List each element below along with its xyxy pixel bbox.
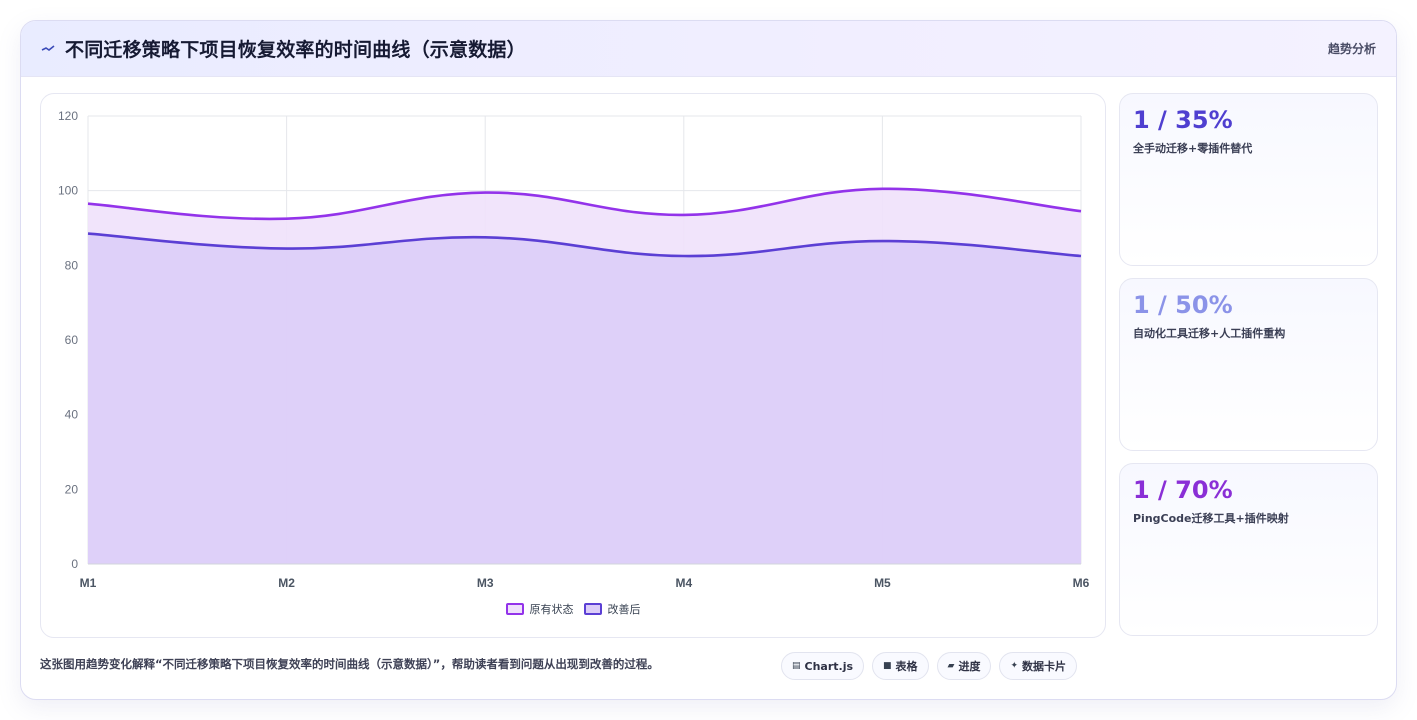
- legend-label: 改善后: [607, 603, 641, 616]
- legend-label: 原有状态: [529, 603, 574, 616]
- x-tick-label: M1: [80, 576, 97, 590]
- stat-value: 1 / 70%: [1133, 476, 1233, 504]
- y-tick-label: 60: [65, 333, 79, 347]
- chip-progress[interactable]: ▰ 进度: [936, 652, 992, 680]
- chart-description: 这张图用趋势变化解释“不同迁移策略下项目恢复效率的时间曲线（示意数据）”，帮助读…: [40, 657, 659, 671]
- y-tick-label: 80: [65, 258, 79, 272]
- chip-table[interactable]: ■ 表格: [872, 652, 929, 680]
- tech-chips: ▤ Chart.js ■ 表格 ▰ 进度 ✦ 数据卡片: [781, 652, 1078, 680]
- chart-legend: 原有状态 改善后: [41, 601, 1105, 617]
- legend-item-1[interactable]: 原有状态: [505, 601, 574, 617]
- y-tick-label: 40: [65, 408, 79, 422]
- stat-label: 全手动迁移+零插件替代: [1133, 142, 1253, 155]
- header-tag: 趋势分析: [1327, 42, 1376, 56]
- chip-label: 进度: [958, 660, 981, 673]
- progress-icon: ▰: [947, 661, 955, 671]
- table-icon: ■: [883, 661, 892, 671]
- x-tick-label: M5: [874, 576, 891, 590]
- chart-icon: ▤: [792, 661, 801, 671]
- stat-card-1: 1 / 35% 全手动迁移+零插件替代: [1119, 93, 1378, 266]
- trend-icon: [41, 42, 55, 56]
- y-tick-label: 20: [65, 482, 79, 496]
- legend-swatch: [505, 603, 524, 615]
- y-tick-label: 0: [71, 557, 78, 571]
- series-area-2: [88, 233, 1081, 564]
- card-header: 不同迁移策略下项目恢复效率的时间曲线（示意数据） 趋势分析: [21, 21, 1396, 77]
- chip-label: 表格: [895, 660, 918, 673]
- chart-panel: 0 20 40 60 80 100 120 M1 M2 M3 M4 M5 M6 原有状态 改善后: [40, 93, 1106, 638]
- sparkle-icon: ✦: [1010, 661, 1019, 671]
- area-chart: 0 20 40 60 80 100 120 M1 M2 M3 M4 M5 M6: [58, 109, 1090, 590]
- chip-data-card[interactable]: ✦ 数据卡片: [999, 652, 1078, 680]
- chart-card: 不同迁移策略下项目恢复效率的时间曲线（示意数据） 趋势分析 0 20 40 60 80 1…: [20, 20, 1397, 700]
- x-tick-label: M6: [1073, 576, 1090, 590]
- y-tick-label: 120: [58, 109, 78, 123]
- chip-label: Chart.js: [804, 659, 854, 673]
- x-tick-label: M2: [278, 576, 295, 590]
- stat-label: 自动化工具迁移+人工插件重构: [1133, 327, 1286, 340]
- stat-card-2: 1 / 50% 自动化工具迁移+人工插件重构: [1119, 278, 1378, 451]
- legend-swatch: [583, 603, 602, 615]
- y-tick-label: 100: [58, 184, 78, 198]
- chip-chartjs[interactable]: ▤ Chart.js: [781, 652, 865, 680]
- stat-value: 1 / 50%: [1133, 291, 1233, 319]
- chip-label: 数据卡片: [1022, 660, 1067, 673]
- stat-card-3: 1 / 70% PingCode迁移工具+插件映射: [1119, 463, 1378, 636]
- page-title: 不同迁移策略下项目恢复效率的时间曲线（示意数据）: [65, 39, 526, 61]
- stat-value: 1 / 35%: [1133, 106, 1233, 134]
- x-tick-label: M4: [675, 576, 692, 590]
- stat-label: PingCode迁移工具+插件映射: [1133, 512, 1289, 525]
- legend-item-2[interactable]: 改善后: [583, 601, 641, 617]
- x-tick-label: M3: [477, 576, 494, 590]
